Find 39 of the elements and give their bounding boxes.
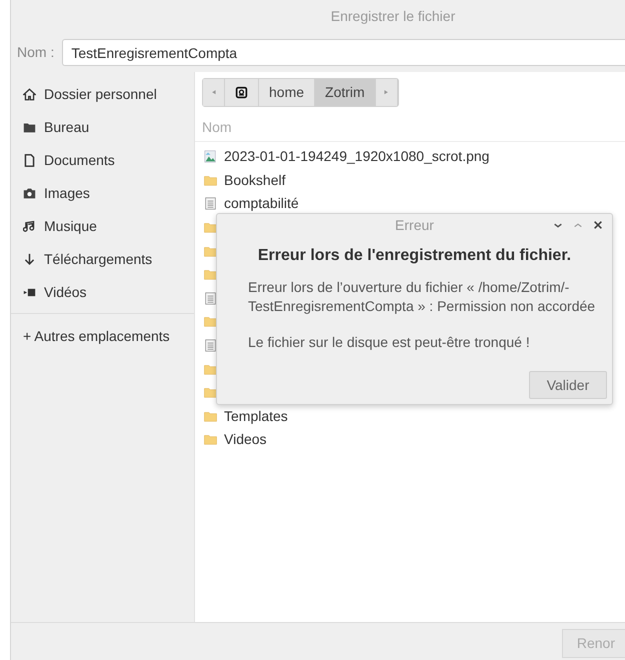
sidebar-item[interactable]: Vidéos: [11, 276, 194, 309]
path-button[interactable]: Zotrim: [315, 79, 376, 106]
error-message: Erreur lors de l’ouverture du fichier « /home/Zotrim/- TestEnregisrementCompta » : Permission non accordée: [248, 278, 596, 316]
name-field[interactable]: TestEnregisrementCompta: [62, 39, 625, 66]
caret-right-icon: [382, 88, 390, 97]
field-label: Nom :: [17, 43, 54, 62]
text-file-icon: [204, 197, 217, 210]
dialog-heading: Erreur lors de l'enregistrement du fichier.: [256, 246, 572, 266]
error-note: Le fichier sur le disque est peut-être tronqué !: [248, 333, 531, 352]
close-icon: [593, 220, 603, 230]
file-name[interactable]: comptabilité: [224, 193, 299, 214]
sidebar-item[interactable]: Dossier personnel: [11, 78, 194, 111]
window-title: Enregistrer le fichier: [330, 6, 456, 26]
folder-icon: [204, 410, 217, 423]
music-note-icon: [23, 220, 36, 233]
confirm-button[interactable]: Valider: [529, 371, 607, 399]
file-name[interactable]: Bookshelf: [224, 170, 286, 191]
home-icon: [23, 88, 36, 101]
file-name[interactable]: 2023-01-01-194249_1920x1080_scrot.png: [224, 146, 490, 168]
video-camera-icon: [23, 286, 36, 299]
sidebar-item[interactable]: + Autres emplacements: [11, 320, 194, 353]
download-arrow-icon: [23, 253, 36, 266]
folder-icon: [204, 433, 217, 446]
sidebar-item[interactable]: Téléchargements: [11, 243, 194, 276]
camera-icon: [23, 187, 36, 200]
image-file-icon: [204, 150, 217, 164]
sidebar-item[interactable]: Documents: [11, 144, 194, 177]
document-icon: [23, 154, 36, 167]
file-name[interactable]: Templates: [224, 406, 288, 427]
drive-icon: [235, 86, 248, 99]
sidebar-item[interactable]: Bureau: [11, 111, 194, 144]
folder-icon: [204, 174, 217, 187]
caret-left-icon: [210, 88, 217, 97]
close-button[interactable]: [593, 218, 604, 231]
sidebar-item[interactable]: Musique: [11, 210, 194, 243]
folder-icon: [23, 121, 36, 134]
dialog-title: Erreur: [395, 216, 434, 234]
sidebar-item[interactable]: Images: [11, 177, 194, 210]
file-name[interactable]: Videos: [224, 429, 267, 450]
